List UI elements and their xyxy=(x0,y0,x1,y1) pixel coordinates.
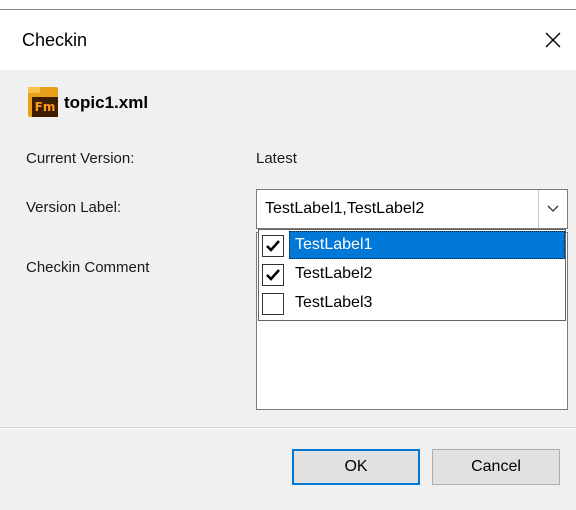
checkin-dialog: Checkin Fm topic1.xml Current Version: L… xyxy=(0,0,576,510)
close-button[interactable] xyxy=(530,10,576,70)
checkbox-testlabel2[interactable] xyxy=(262,264,284,286)
checkmark-icon xyxy=(266,240,280,252)
checkbox-testlabel1[interactable] xyxy=(262,235,284,257)
current-version-label: Current Version: xyxy=(26,150,135,167)
chevron-down-icon xyxy=(547,205,559,212)
dialog-title: Checkin xyxy=(22,30,88,50)
current-version-value: Latest xyxy=(256,150,297,167)
option-label: TestLabel2 xyxy=(295,265,373,282)
cancel-button[interactable]: Cancel xyxy=(432,449,560,485)
close-icon xyxy=(545,32,561,48)
framemaker-file-icon: Fm xyxy=(26,87,62,119)
checkbox-testlabel3[interactable] xyxy=(262,293,284,315)
file-header: Fm topic1.xml xyxy=(26,85,148,121)
version-label-combobox[interactable]: TestLabel1,TestLabel2 xyxy=(256,189,568,229)
dropdown-option-testlabel3[interactable]: TestLabel3 xyxy=(259,289,565,317)
window-top-border xyxy=(0,0,576,10)
checkin-comment-label: Checkin Comment xyxy=(26,259,150,276)
button-area-divider-highlight xyxy=(0,428,576,429)
ok-button[interactable]: OK xyxy=(292,449,420,485)
version-label-dropdown-button[interactable] xyxy=(538,190,567,228)
dropdown-option-testlabel1[interactable]: TestLabel1 xyxy=(259,231,565,259)
checkmark-icon xyxy=(266,269,280,281)
dropdown-option-testlabel2[interactable]: TestLabel2 xyxy=(259,260,565,288)
version-label-dropdown-list: TestLabel1 TestLabel2 TestLabel3 xyxy=(258,229,566,321)
option-label: TestLabel1 xyxy=(289,231,565,259)
file-name: topic1.xml xyxy=(64,93,149,112)
file-icon-text: Fm xyxy=(32,97,58,117)
version-label-label: Version Label: xyxy=(26,199,122,216)
title-bar: Checkin xyxy=(0,10,576,70)
option-label: TestLabel3 xyxy=(295,294,373,311)
version-label-value: TestLabel1,TestLabel2 xyxy=(265,200,425,217)
